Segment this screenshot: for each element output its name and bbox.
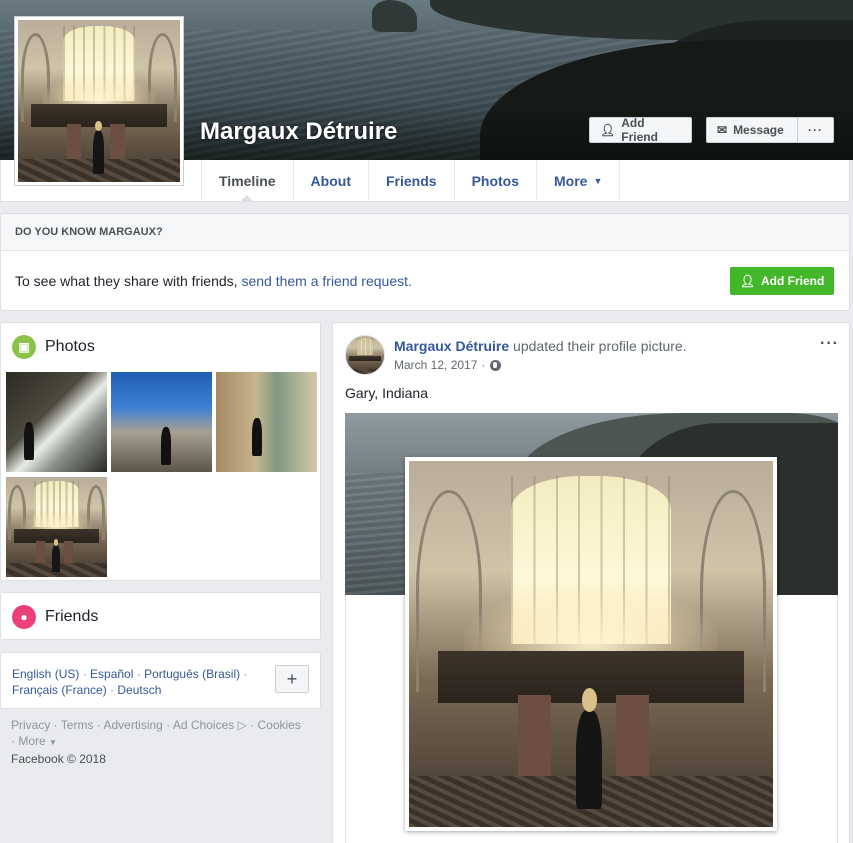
cover-rock xyxy=(372,0,417,32)
footer-advertising[interactable]: Advertising xyxy=(103,718,162,732)
language-portuguese[interactable]: Português (Brasil) xyxy=(144,667,240,681)
language-french[interactable]: Français (France) xyxy=(12,683,107,697)
post-text: Gary, Indiana xyxy=(345,385,429,401)
friends-card: ● Friends xyxy=(0,592,321,640)
photo-thumbnail[interactable] xyxy=(216,372,317,472)
footer-copyright: Facebook © 2018 xyxy=(11,752,106,766)
post-meta: March 12, 2017 · xyxy=(394,358,502,372)
footer-terms[interactable]: Terms xyxy=(61,718,94,732)
timeline-post: Margaux Détruire updated their profile p… xyxy=(332,322,850,843)
photo-icon: ▣ xyxy=(12,335,36,359)
languages-card: English (US) · Español · Português (Bras… xyxy=(0,652,321,709)
add-friend-green-label: Add Friend xyxy=(760,274,825,288)
photos-card: ▣ Photos xyxy=(0,322,321,581)
add-friend-icon: 👤︎ xyxy=(739,274,755,288)
add-friend-button[interactable]: 👤︎ Add Friend xyxy=(589,116,692,144)
page-footer: Privacy · Terms · Advertising · Ad Choic… xyxy=(11,718,301,766)
tab-about[interactable]: About xyxy=(292,160,368,201)
chevron-down-icon: ▼ xyxy=(49,738,57,747)
post-action-text: updated their profile picture. xyxy=(513,338,687,354)
language-english[interactable]: English (US) xyxy=(12,667,79,681)
ad-choices-icon: ▷ xyxy=(237,718,247,732)
do-you-know-header: DO YOU KNOW MARGAUX? xyxy=(1,214,849,251)
post-options-icon[interactable]: ··· xyxy=(820,335,839,353)
friends-title: Friends xyxy=(45,608,99,625)
do-you-know-box: DO YOU KNOW MARGAUX? To see what they sh… xyxy=(0,213,850,311)
profile-name[interactable]: Margaux Détruire xyxy=(200,118,397,146)
message-label: Message xyxy=(733,123,784,137)
do-you-know-body: To see what they share with friends, sen… xyxy=(1,251,849,311)
tab-photos[interactable]: Photos xyxy=(453,160,536,201)
post-author-link[interactable]: Margaux Détruire xyxy=(394,338,509,354)
friend-request-link[interactable]: send them a friend request. xyxy=(241,273,411,289)
post-separator: · xyxy=(481,358,486,372)
do-you-know-text: To see what they share with friends, xyxy=(15,273,238,289)
footer-privacy[interactable]: Privacy xyxy=(11,718,50,732)
post-author-avatar[interactable] xyxy=(345,335,385,375)
language-list: English (US) · Español · Português (Bras… xyxy=(12,667,248,697)
footer-cookies[interactable]: Cookies xyxy=(258,718,301,732)
photo-thumbnail[interactable] xyxy=(6,372,107,472)
language-german[interactable]: Deutsch xyxy=(117,683,161,697)
add-language-button[interactable]: + xyxy=(275,665,309,693)
footer-ad-choices[interactable]: Ad Choices xyxy=(173,718,234,732)
tab-more[interactable]: More ▼ xyxy=(536,160,621,201)
tab-friends[interactable]: Friends xyxy=(367,160,454,201)
footer-more[interactable]: More xyxy=(18,734,45,748)
photo-thumbnail[interactable] xyxy=(6,477,107,577)
photo-thumbnail[interactable] xyxy=(111,372,212,472)
post-date[interactable]: March 12, 2017 xyxy=(394,358,477,372)
globe-icon xyxy=(490,359,502,371)
profile-picture-image xyxy=(18,20,180,182)
profile-picture[interactable] xyxy=(14,16,184,186)
friends-icon: ● xyxy=(12,605,36,629)
add-friend-green-button[interactable]: 👤︎ Add Friend xyxy=(730,267,834,295)
message-button[interactable]: ✉︎ Message xyxy=(706,117,798,143)
messenger-icon: ✉︎ xyxy=(717,123,728,137)
tab-timeline[interactable]: Timeline xyxy=(201,160,293,201)
tab-more-label: More xyxy=(554,172,588,189)
chevron-down-icon: ▼ xyxy=(593,175,603,186)
add-friend-icon: 👤︎ xyxy=(600,123,616,137)
photos-header[interactable]: ▣ Photos xyxy=(12,335,95,359)
add-friend-label: Add Friend xyxy=(621,116,658,144)
post-profile-picture-image xyxy=(409,461,773,827)
post-profile-picture[interactable] xyxy=(405,457,777,831)
language-spanish[interactable]: Español xyxy=(90,667,133,681)
profile-tabs: Timeline About Friends Photos More ▼ xyxy=(201,160,621,201)
more-options-button[interactable]: ··· xyxy=(797,117,834,143)
friends-header[interactable]: ● Friends xyxy=(12,605,98,629)
post-header: Margaux Détruire updated their profile p… xyxy=(394,338,687,354)
photos-title: Photos xyxy=(45,338,95,355)
